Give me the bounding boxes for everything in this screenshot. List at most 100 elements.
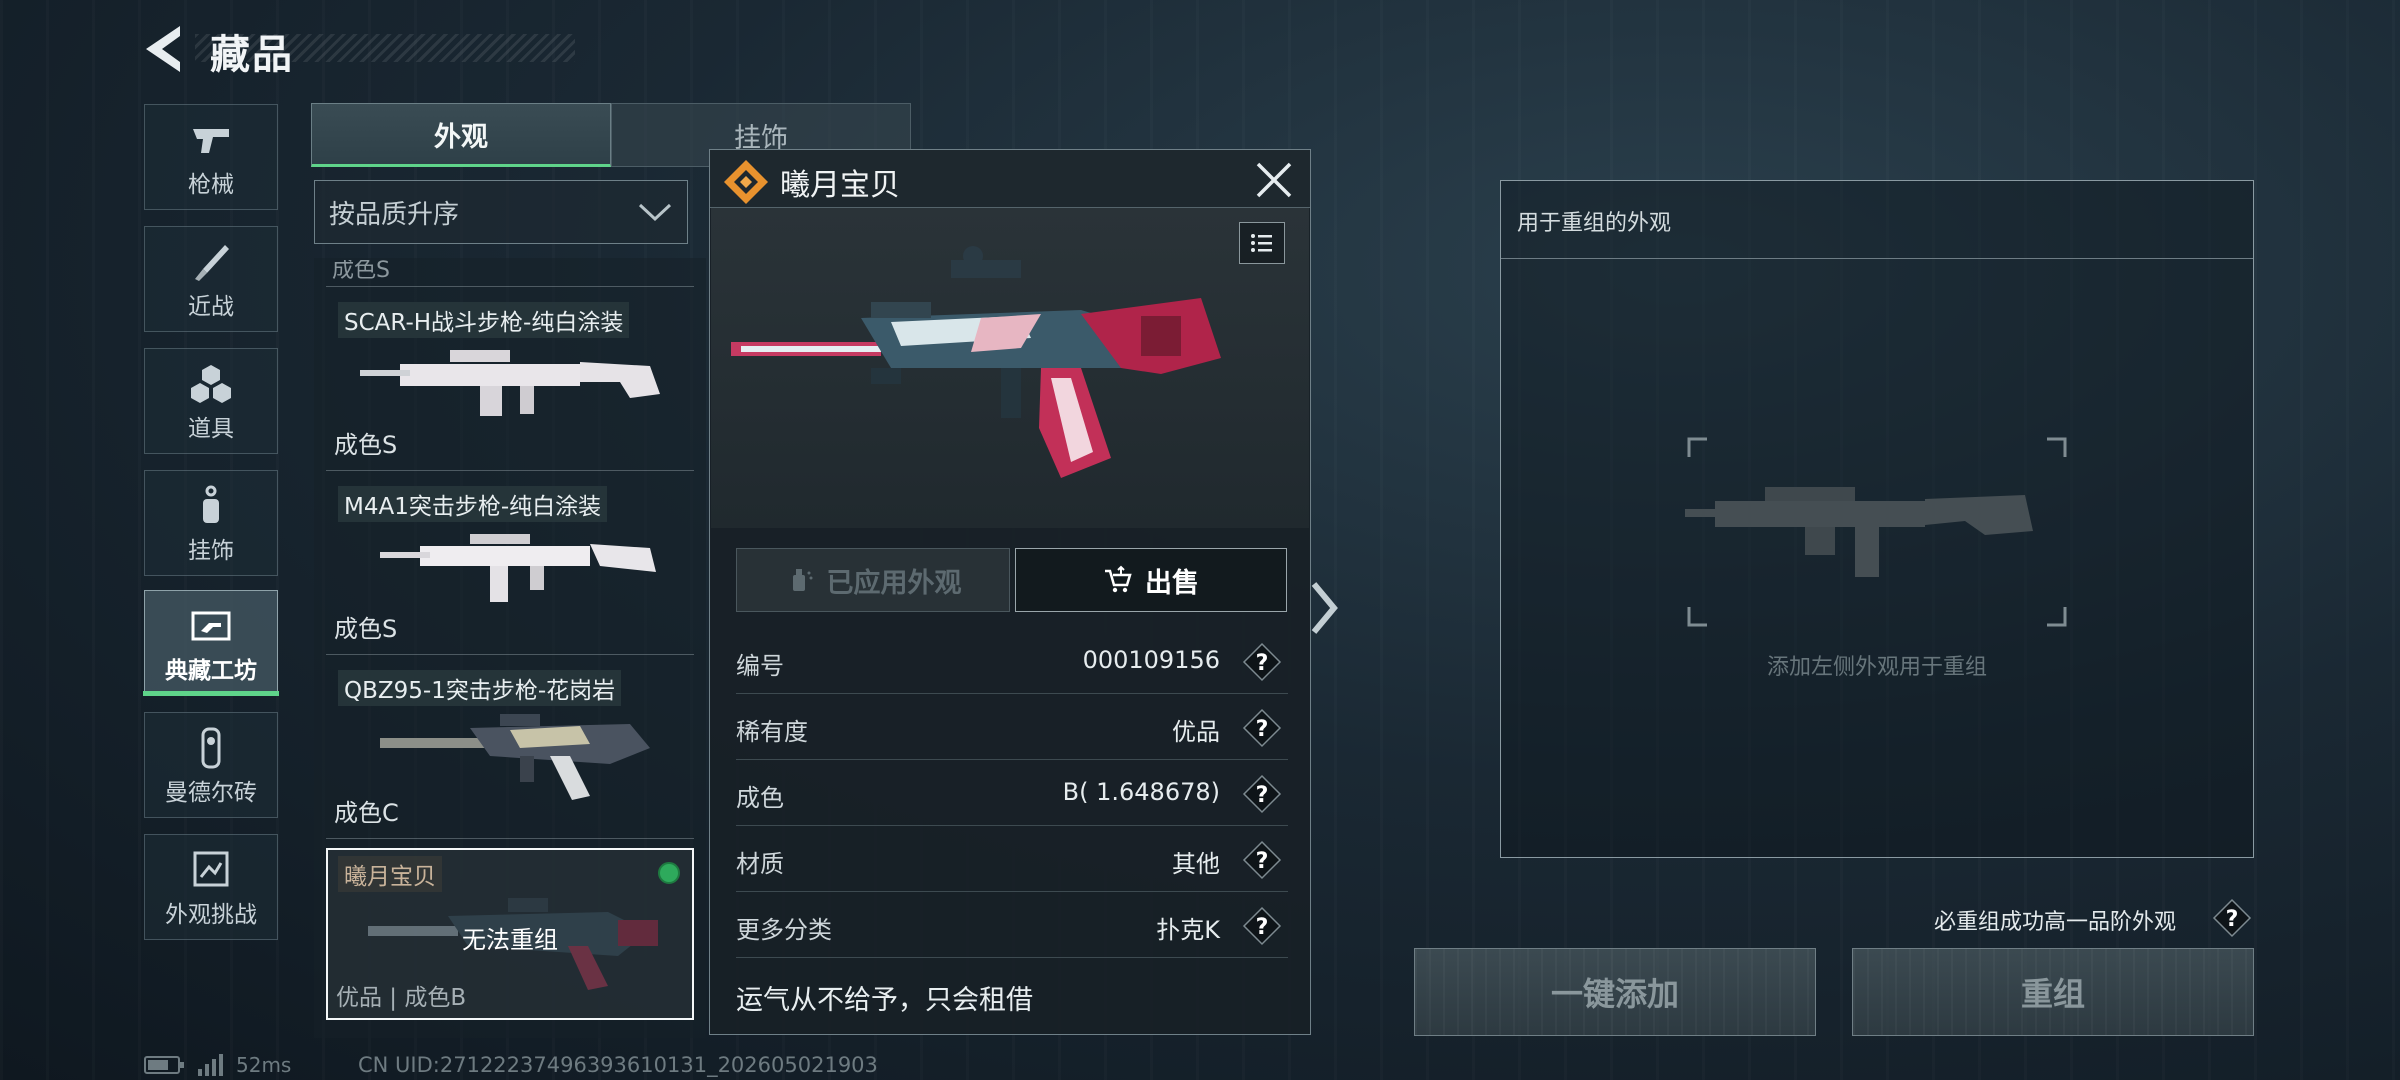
weapon-preview <box>711 208 1309 528</box>
help-icon[interactable]: ? <box>1242 642 1282 682</box>
help-icon[interactable]: ? <box>1242 774 1282 814</box>
category-label: 典藏工坊 <box>165 658 257 684</box>
add-all-button[interactable]: 一键添加 <box>1414 948 1816 1036</box>
empty-slot-rifle-icon <box>1651 437 2067 627</box>
popup-title: 曦月宝贝 <box>780 168 900 203</box>
category-workshop[interactable]: 典藏工坊 <box>144 590 278 696</box>
add-all-label: 一键添加 <box>1550 975 1679 1013</box>
qbz95-rifle-image <box>380 714 650 800</box>
skin-name: 曦月宝贝 <box>338 856 442 892</box>
recombine-header: 用于重组的外观 <box>1501 181 2253 259</box>
page-title: 藏品 <box>210 32 294 78</box>
list-item[interactable]: M4A1突击步枪-纯白涂装 成色S <box>330 476 690 652</box>
skin-grade: 成色C <box>334 799 399 827</box>
chevron-down-icon <box>638 203 672 222</box>
svg-text:?: ? <box>1256 717 1269 742</box>
attr-row-wear: 成色 B( 1.648678) ? <box>736 760 1288 826</box>
attr-key: 更多分类 <box>736 916 832 944</box>
svg-text:?: ? <box>2226 907 2239 932</box>
recombine-label: 重组 <box>2020 975 2085 1013</box>
category-guns[interactable]: 枪械 <box>144 104 278 210</box>
guarantee-text: 必重组成功高一品阶外观 <box>1934 910 2177 935</box>
list-separator <box>326 838 694 839</box>
sort-dropdown[interactable]: 按品质升序 <box>314 180 688 244</box>
recombine-button[interactable]: 重组 <box>1852 948 2254 1036</box>
category-label: 挂饰 <box>188 538 234 564</box>
category-items[interactable]: 道具 <box>144 348 278 454</box>
active-category-indicator <box>143 691 279 696</box>
charm-icon <box>203 485 219 523</box>
status-bar: 52ms <box>144 1052 291 1078</box>
category-charms[interactable]: 挂饰 <box>144 470 278 576</box>
attr-value: 000109156 <box>1082 646 1220 674</box>
list-item-partial-grade: 成色S <box>332 258 390 283</box>
help-icon[interactable]: ? <box>1242 708 1282 748</box>
equipped-indicator <box>658 862 680 884</box>
recombine-panel: 用于重组的外观 添加左侧外观用于重组 <box>1500 180 2254 858</box>
ping-value: 52ms <box>236 1053 292 1077</box>
weapon-model-image <box>731 246 1221 478</box>
svg-text:?: ? <box>1256 915 1269 940</box>
category-melee[interactable]: 近战 <box>144 226 278 332</box>
back-arrow-icon <box>146 26 180 72</box>
attr-value: 扑克K <box>1156 916 1220 944</box>
skin-name: SCAR-H战斗步枪-纯白涂装 <box>338 302 630 338</box>
tab-appearance[interactable]: 外观 <box>311 103 611 167</box>
list-separator <box>326 470 694 471</box>
skin-grade: 优品 | 成色B <box>336 985 467 1011</box>
sort-label: 按品质升序 <box>329 199 460 230</box>
list-item[interactable]: QBZ95-1突击步枪-花岗岩 成色C <box>330 660 690 836</box>
m4a1-rifle-image <box>380 534 656 602</box>
knife-icon <box>195 245 229 281</box>
attr-key: 编号 <box>736 652 784 680</box>
signal-icon <box>198 1054 223 1076</box>
challenge-icon <box>193 851 229 887</box>
attr-row-serial: 编号 000109156 ? <box>736 628 1288 694</box>
category-label: 道具 <box>188 416 234 442</box>
sell-label: 出售 <box>1145 567 1199 599</box>
battery-icon <box>144 1056 184 1074</box>
applied-appearance-button[interactable]: 已应用外观 <box>736 548 1010 612</box>
attr-key: 稀有度 <box>736 718 808 746</box>
sell-button[interactable]: 出售 <box>1015 548 1287 612</box>
pistol-icon <box>193 129 229 153</box>
category-mandel-brick[interactable]: 曼德尔砖 <box>144 712 278 818</box>
category-label: 外观挑战 <box>165 902 257 928</box>
applied-appearance-label: 已应用外观 <box>826 567 962 599</box>
attr-row-category: 更多分类 扑克K ? <box>736 892 1288 958</box>
back-button[interactable] <box>140 22 190 76</box>
svg-text:?: ? <box>1256 651 1269 676</box>
list-item[interactable]: SCAR-H战斗步枪-纯白涂装 成色S <box>330 292 690 468</box>
recombine-drop-slot[interactable] <box>1651 435 2069 629</box>
svg-text:?: ? <box>1256 849 1269 874</box>
attr-key: 材质 <box>736 850 784 878</box>
rarity-diamond-icon <box>724 160 768 204</box>
attr-value: 其他 <box>1172 850 1220 878</box>
chevron-right-icon[interactable] <box>1308 578 1342 638</box>
svg-text:?: ? <box>1256 783 1269 808</box>
skin-name: M4A1突击步枪-纯白涂装 <box>338 486 608 522</box>
close-icon[interactable] <box>1252 158 1296 202</box>
help-icon[interactable]: ? <box>1242 906 1282 946</box>
workshop-icon <box>191 611 231 641</box>
help-icon[interactable]: ? <box>2212 898 2252 938</box>
category-label: 近战 <box>188 294 234 320</box>
scar-h-rifle-image <box>360 350 660 416</box>
category-label: 曼德尔砖 <box>165 780 257 806</box>
attr-row-rarity: 稀有度 优品 ? <box>736 694 1288 760</box>
attr-value: 优品 <box>1172 718 1220 746</box>
skin-name: QBZ95-1突击步枪-花岗岩 <box>338 670 622 706</box>
category-challenge[interactable]: 外观挑战 <box>144 834 278 940</box>
skin-detail-popup: 曦月宝贝 已应用外观 出售 编号 000109156 ? 稀有度 优品 ? 成色… <box>709 149 1311 1035</box>
list-separator <box>326 654 694 655</box>
recombine-header-label: 用于重组的外观 <box>1517 211 1672 236</box>
attr-value: B( 1.648678) <box>1062 778 1220 806</box>
skin-grade: 成色S <box>334 615 398 643</box>
help-icon[interactable]: ? <box>1242 840 1282 880</box>
sell-cart-icon <box>1105 565 1132 593</box>
recombine-hint: 添加左侧外观用于重组 <box>1766 655 1987 680</box>
brick-icon <box>201 727 221 769</box>
attr-row-material: 材质 其他 ? <box>736 826 1288 892</box>
list-item-selected[interactable]: 曦月宝贝 无法重组 优品 | 成色B <box>326 848 694 1020</box>
skin-grade: 成色S <box>334 431 398 459</box>
